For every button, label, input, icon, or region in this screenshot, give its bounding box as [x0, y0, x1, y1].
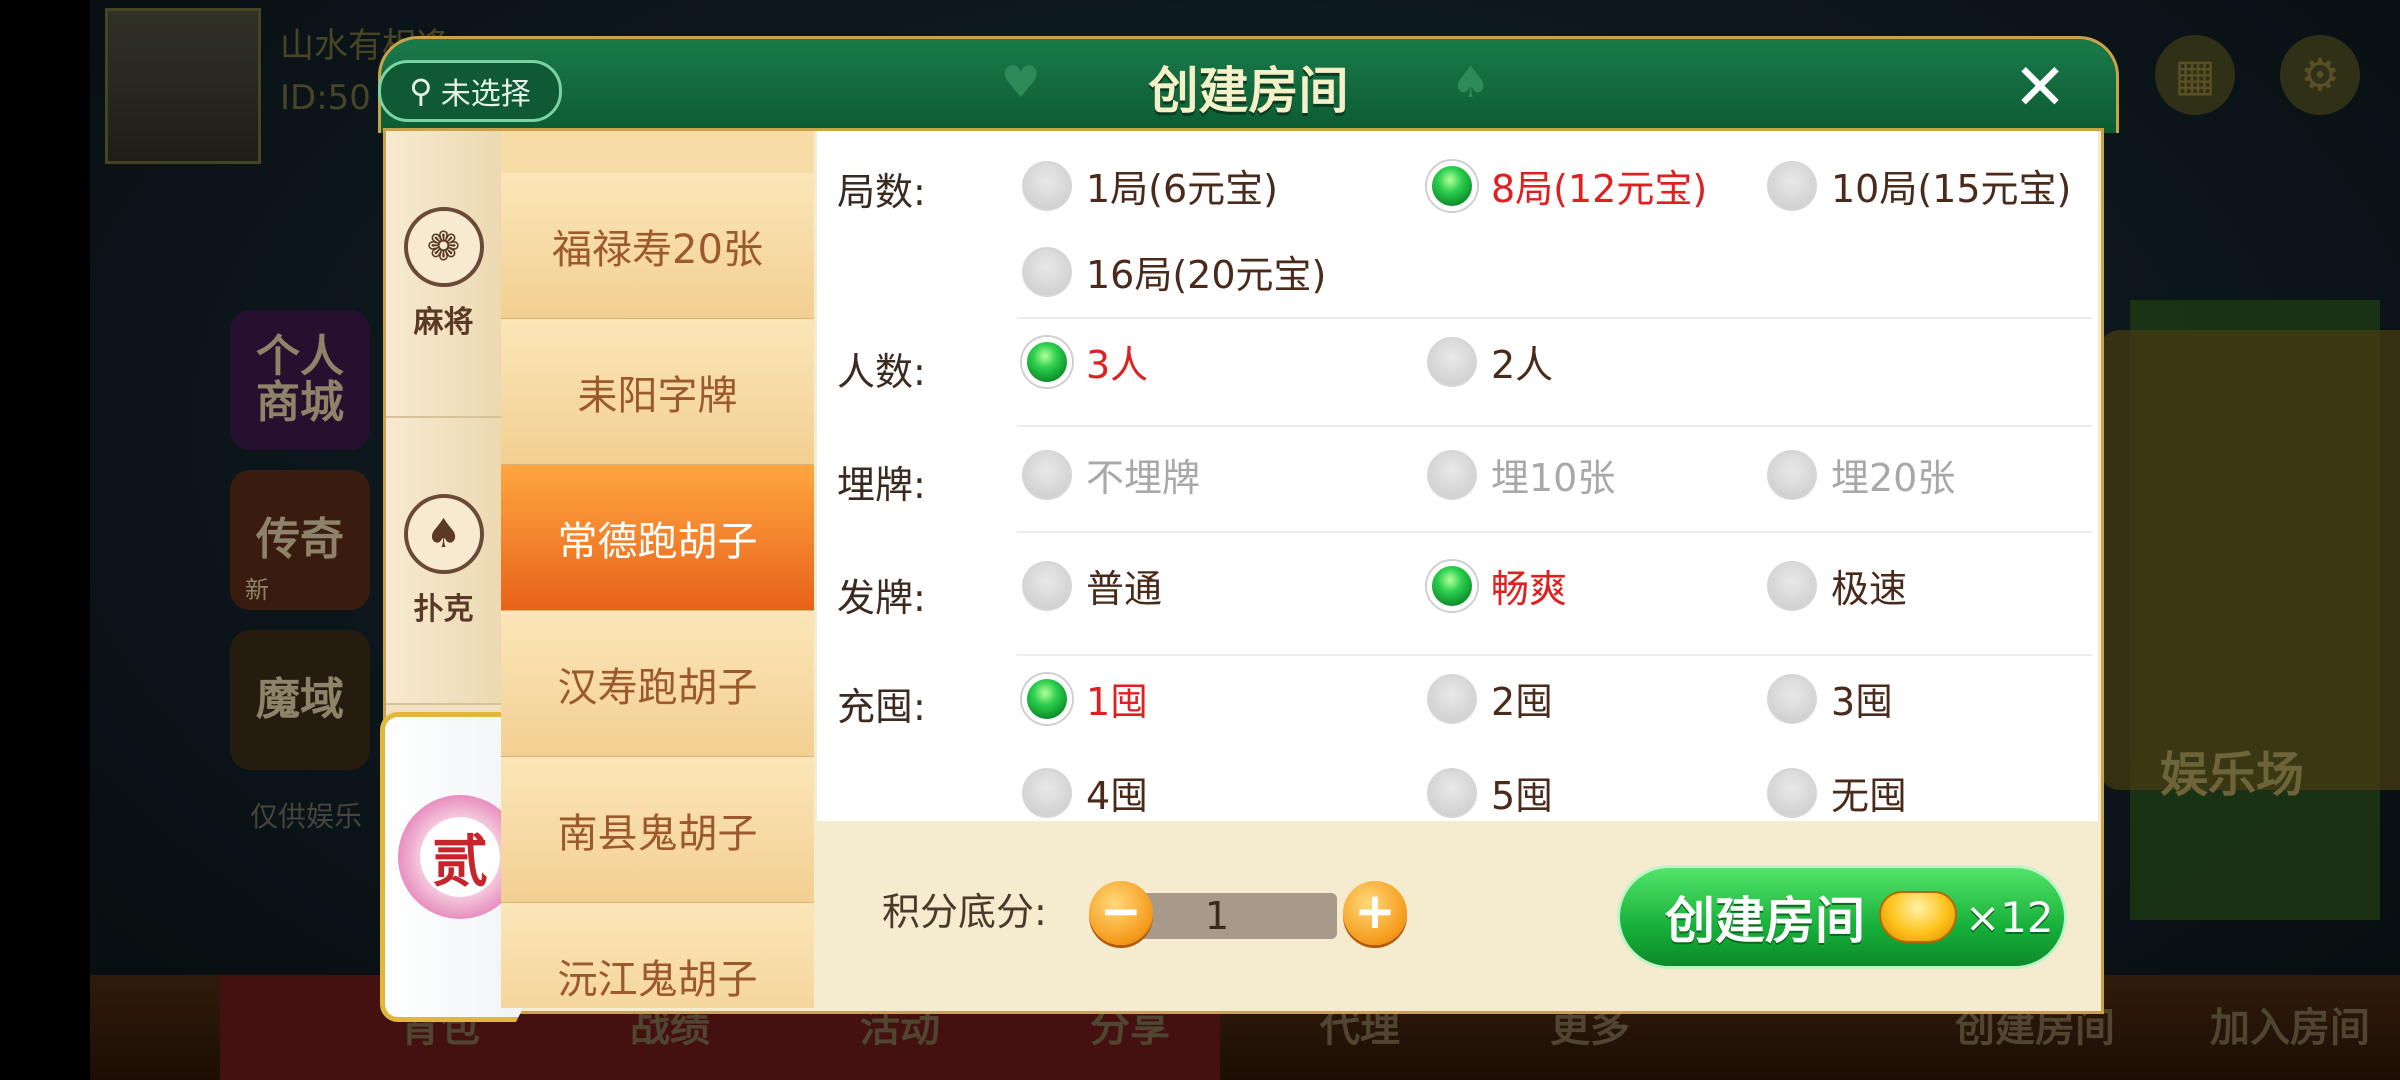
rounds-option-1[interactable]: 1局(6元宝) [1022, 158, 1278, 213]
radio-button[interactable] [1022, 160, 1072, 211]
radio-button[interactable] [1022, 767, 1072, 818]
minus-button[interactable]: − [1089, 881, 1153, 945]
radio-button-selected[interactable] [1022, 336, 1072, 387]
option-label: 1囤 [1086, 680, 1149, 724]
deal-option-smooth[interactable]: 畅爽 [1427, 558, 1567, 613]
radio-button[interactable] [1022, 449, 1072, 500]
radio-button[interactable] [1767, 449, 1817, 500]
deal-label: 发牌: [837, 576, 926, 620]
tuo-option-2[interactable]: 2囤 [1427, 671, 1553, 726]
radio-button-selected[interactable] [1427, 160, 1477, 211]
tab-label: 扑克 [413, 591, 474, 627]
radio-button[interactable] [1022, 246, 1072, 297]
option-label: 8局(12元宝) [1491, 167, 1708, 211]
game-item[interactable]: 南县鬼胡子 [501, 757, 814, 904]
option-label: 3人 [1086, 343, 1149, 387]
tuo-option-none[interactable]: 无囤 [1767, 765, 1907, 820]
deal-option-fast[interactable]: 极速 [1767, 558, 1907, 613]
option-label: 普通 [1086, 567, 1163, 611]
option-label: 1局(6元宝) [1086, 167, 1279, 211]
game-list: 福禄寿20张 耒阳字牌 常德跑胡子 汉寿跑胡子 南县鬼胡子 沅江鬼胡子 [501, 131, 814, 1008]
spade-icon: ♠ [403, 493, 484, 574]
radio-button[interactable] [1022, 560, 1072, 611]
option-label: 2囤 [1491, 680, 1554, 724]
game-item[interactable]: 耒阳字牌 [501, 319, 814, 466]
radio-button[interactable] [1427, 336, 1477, 387]
bury-option-20[interactable]: 埋20张 [1767, 447, 1955, 502]
option-label: 埋20张 [1831, 456, 1956, 500]
players-option-3[interactable]: 3人 [1022, 334, 1148, 389]
option-label: 16局(20元宝) [1086, 253, 1327, 297]
radio-button[interactable] [1767, 160, 1817, 211]
radio-button[interactable] [1767, 560, 1817, 611]
dialog-title: 创建房间 [1148, 62, 1349, 120]
option-label: 不埋牌 [1086, 456, 1201, 500]
divider [1017, 531, 2092, 533]
create-room-cost: ×12 [1965, 892, 2054, 942]
tuo-option-3[interactable]: 3囤 [1767, 671, 1893, 726]
location-label: 未选择 [440, 77, 531, 112]
radio-button-selected[interactable] [1427, 560, 1477, 611]
game-item-active[interactable]: 常德跑胡子 [501, 465, 814, 612]
options-panel: 局数: 1局(6元宝) 8局(12元宝) 10局(15元宝) 16局(20元宝)… [817, 131, 2098, 821]
dialog-header: ♥ ♠ 创建房间 [378, 36, 2119, 133]
radio-button[interactable] [1427, 673, 1477, 724]
bury-label: 埋牌: [837, 463, 926, 507]
create-room-button[interactable]: 创建房间 ×12 [1617, 865, 2067, 969]
option-label: 10局(15元宝) [1831, 167, 2072, 211]
option-label: 无囤 [1831, 774, 1908, 818]
create-room-label: 创建房间 [1665, 892, 1865, 950]
players-option-2[interactable]: 2人 [1427, 334, 1553, 389]
players-label: 人数: [837, 350, 926, 394]
bottom-area: 积分底分: 1 − + 创建房间 ×12 [817, 821, 2098, 1008]
option-label: 畅爽 [1491, 567, 1568, 611]
rounds-option-8[interactable]: 8局(12元宝) [1427, 158, 1707, 213]
game-item[interactable]: 沅江鬼胡子 [501, 903, 814, 1008]
score-label: 积分底分: [882, 890, 1047, 934]
bury-option-10[interactable]: 埋10张 [1427, 447, 1615, 502]
rounds-label: 局数: [837, 170, 926, 214]
radio-button[interactable] [1427, 767, 1477, 818]
radio-button[interactable] [1767, 673, 1817, 724]
gold-ingot-icon [1879, 891, 1957, 943]
divider [1017, 425, 2092, 427]
tab-label: 麻将 [413, 304, 474, 340]
option-label: 极速 [1831, 567, 1908, 611]
option-label: 埋10张 [1491, 456, 1616, 500]
tuo-option-1[interactable]: 1囤 [1022, 671, 1148, 726]
game-item[interactable]: 福禄寿20张 [501, 173, 814, 320]
mahjong-icon: ❁ [403, 206, 484, 287]
option-label: 5囤 [1491, 774, 1554, 818]
radio-button[interactable] [1427, 449, 1477, 500]
option-label: 4囤 [1086, 774, 1149, 818]
rounds-option-10[interactable]: 10局(15元宝) [1767, 158, 2071, 213]
option-label: 2人 [1491, 343, 1554, 387]
tab-mahjong[interactable]: ❁ 麻将 [386, 131, 501, 418]
tuo-option-4[interactable]: 4囤 [1022, 765, 1148, 820]
location-selector[interactable]: ⚲ 未选择 [378, 60, 562, 122]
divider [1017, 317, 2092, 319]
divider [1017, 654, 2092, 656]
tab-poker[interactable]: ♠ 扑克 [386, 418, 501, 705]
close-icon[interactable]: ✕ [2010, 56, 2070, 120]
radio-button-selected[interactable] [1022, 673, 1072, 724]
tuo-label: 充囤: [837, 685, 926, 729]
option-label: 3囤 [1831, 680, 1894, 724]
deal-option-normal[interactable]: 普通 [1022, 558, 1162, 613]
location-pin-icon: ⚲ [409, 72, 433, 110]
bury-option-none[interactable]: 不埋牌 [1022, 447, 1200, 502]
radio-button[interactable] [1767, 767, 1817, 818]
plus-button[interactable]: + [1343, 881, 1407, 945]
rounds-option-16[interactable]: 16局(20元宝) [1022, 244, 1326, 299]
tuo-option-5[interactable]: 5囤 [1427, 765, 1553, 820]
game-item[interactable]: 汉寿跑胡子 [501, 611, 814, 758]
